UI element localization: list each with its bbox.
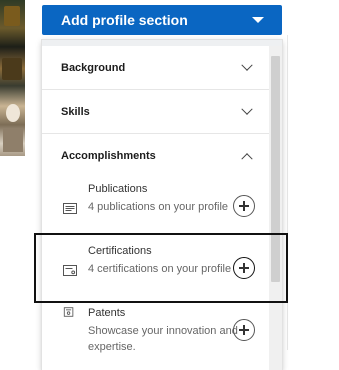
focus-highlight [34, 233, 288, 303]
photo-detail [2, 58, 22, 80]
section-accomplishments[interactable]: Accomplishments [42, 134, 269, 178]
photo-detail [4, 6, 20, 26]
section-skills[interactable]: Skills [42, 90, 269, 134]
chevron-up-icon [241, 153, 253, 165]
scrollbar-track[interactable] [269, 46, 282, 370]
item-name: Patents [88, 307, 126, 319]
item-name: Publications [88, 183, 148, 195]
list-item-patents: Patents Showcase your innovation and exp… [42, 297, 269, 363]
photo-detail [6, 104, 20, 122]
item-description: 4 publications on your profile [88, 201, 229, 213]
section-title: Accomplishments [61, 150, 156, 162]
section-title: Background [61, 61, 126, 74]
patent-icon [63, 307, 74, 317]
add-publication-button[interactable] [233, 195, 255, 217]
add-profile-section-button[interactable]: Add profile section [42, 5, 282, 35]
add-section-dropdown: Background Skills Accomplishments Public… [42, 40, 282, 370]
chevron-down-icon [241, 59, 253, 71]
photo-detail [3, 128, 23, 152]
chevron-down-icon [241, 103, 253, 115]
section-title: Skills [61, 105, 90, 118]
add-profile-section-label: Add profile section [61, 12, 188, 28]
publication-icon [63, 203, 77, 214]
add-patent-button[interactable] [233, 319, 255, 341]
section-background[interactable]: Background [42, 46, 269, 90]
item-description: Showcase your innovation and expertise. [88, 325, 238, 353]
caret-down-icon [252, 17, 264, 23]
list-item-publications: Publications 4 publications on your prof… [42, 173, 269, 239]
profile-photo [0, 0, 25, 156]
